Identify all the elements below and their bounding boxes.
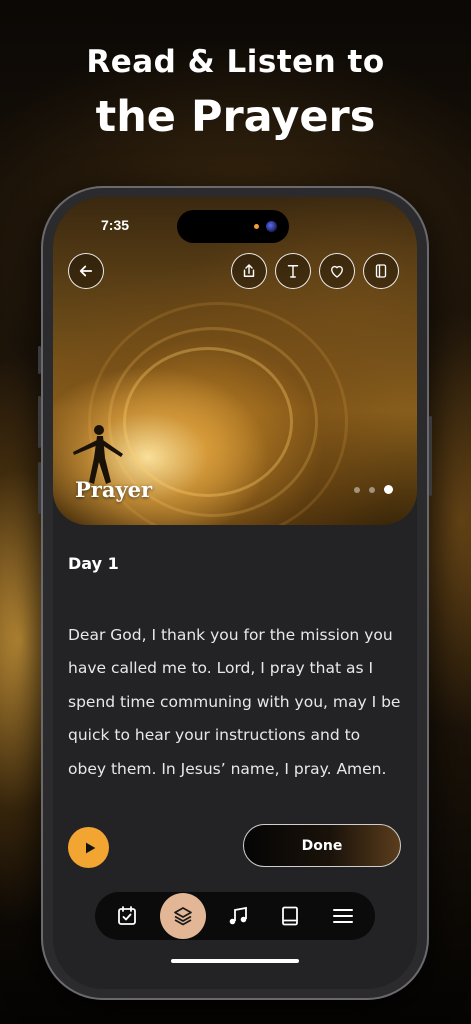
carousel-dot-active[interactable]: [384, 485, 393, 494]
share-button[interactable]: [231, 253, 267, 289]
tab-layers[interactable]: [159, 893, 206, 939]
journal-icon: [375, 264, 387, 278]
layers-icon: [173, 907, 192, 926]
tab-calendar[interactable]: [107, 896, 147, 936]
carousel-dot[interactable]: [369, 486, 375, 493]
carousel-indicator[interactable]: [354, 485, 393, 494]
home-indicator[interactable]: [171, 959, 299, 963]
volume-down-button: [38, 462, 41, 514]
music-icon: [229, 906, 247, 925]
tab-bar: [95, 892, 375, 940]
status-time: 7:35: [101, 217, 130, 233]
power-button: [429, 416, 432, 496]
menu-icon: [332, 909, 353, 923]
privacy-indicator: [254, 224, 259, 229]
arrow-left-icon: [79, 265, 93, 277]
share-icon: [243, 264, 255, 277]
play-button[interactable]: [68, 827, 109, 868]
tab-menu[interactable]: [323, 896, 363, 936]
day-label: Day 1: [68, 554, 119, 573]
volume-up-button: [38, 396, 41, 448]
favorite-button[interactable]: [319, 253, 355, 289]
headline-line-2: the Prayers: [95, 92, 376, 142]
side-button: [38, 346, 41, 374]
app-screen: 7:35 Prayer Day 1 Dear God, I thank you …: [53, 197, 417, 989]
book-icon: [282, 906, 299, 926]
done-button[interactable]: Done: [243, 824, 401, 867]
play-icon: [85, 842, 95, 853]
back-button[interactable]: [68, 253, 104, 289]
calendar-check-icon: [118, 906, 137, 925]
text-size-icon: [287, 265, 299, 278]
journal-button[interactable]: [363, 253, 399, 289]
tab-music[interactable]: [218, 896, 258, 936]
tab-book[interactable]: [270, 896, 310, 936]
phone-frame: 7:35 Prayer Day 1 Dear God, I thank you …: [38, 186, 432, 1000]
carousel-dot[interactable]: [354, 486, 360, 493]
heart-icon: [331, 265, 343, 278]
text-size-button[interactable]: [275, 253, 311, 289]
prayer-text: Dear God, I thank you for the mission yo…: [68, 626, 401, 778]
headline-line-1: Read & Listen to: [86, 44, 385, 80]
dynamic-island: [177, 210, 289, 243]
hero-title: Prayer: [75, 477, 153, 502]
hero-image: 7:35 Prayer: [53, 197, 417, 525]
camera-icon: [266, 221, 277, 232]
